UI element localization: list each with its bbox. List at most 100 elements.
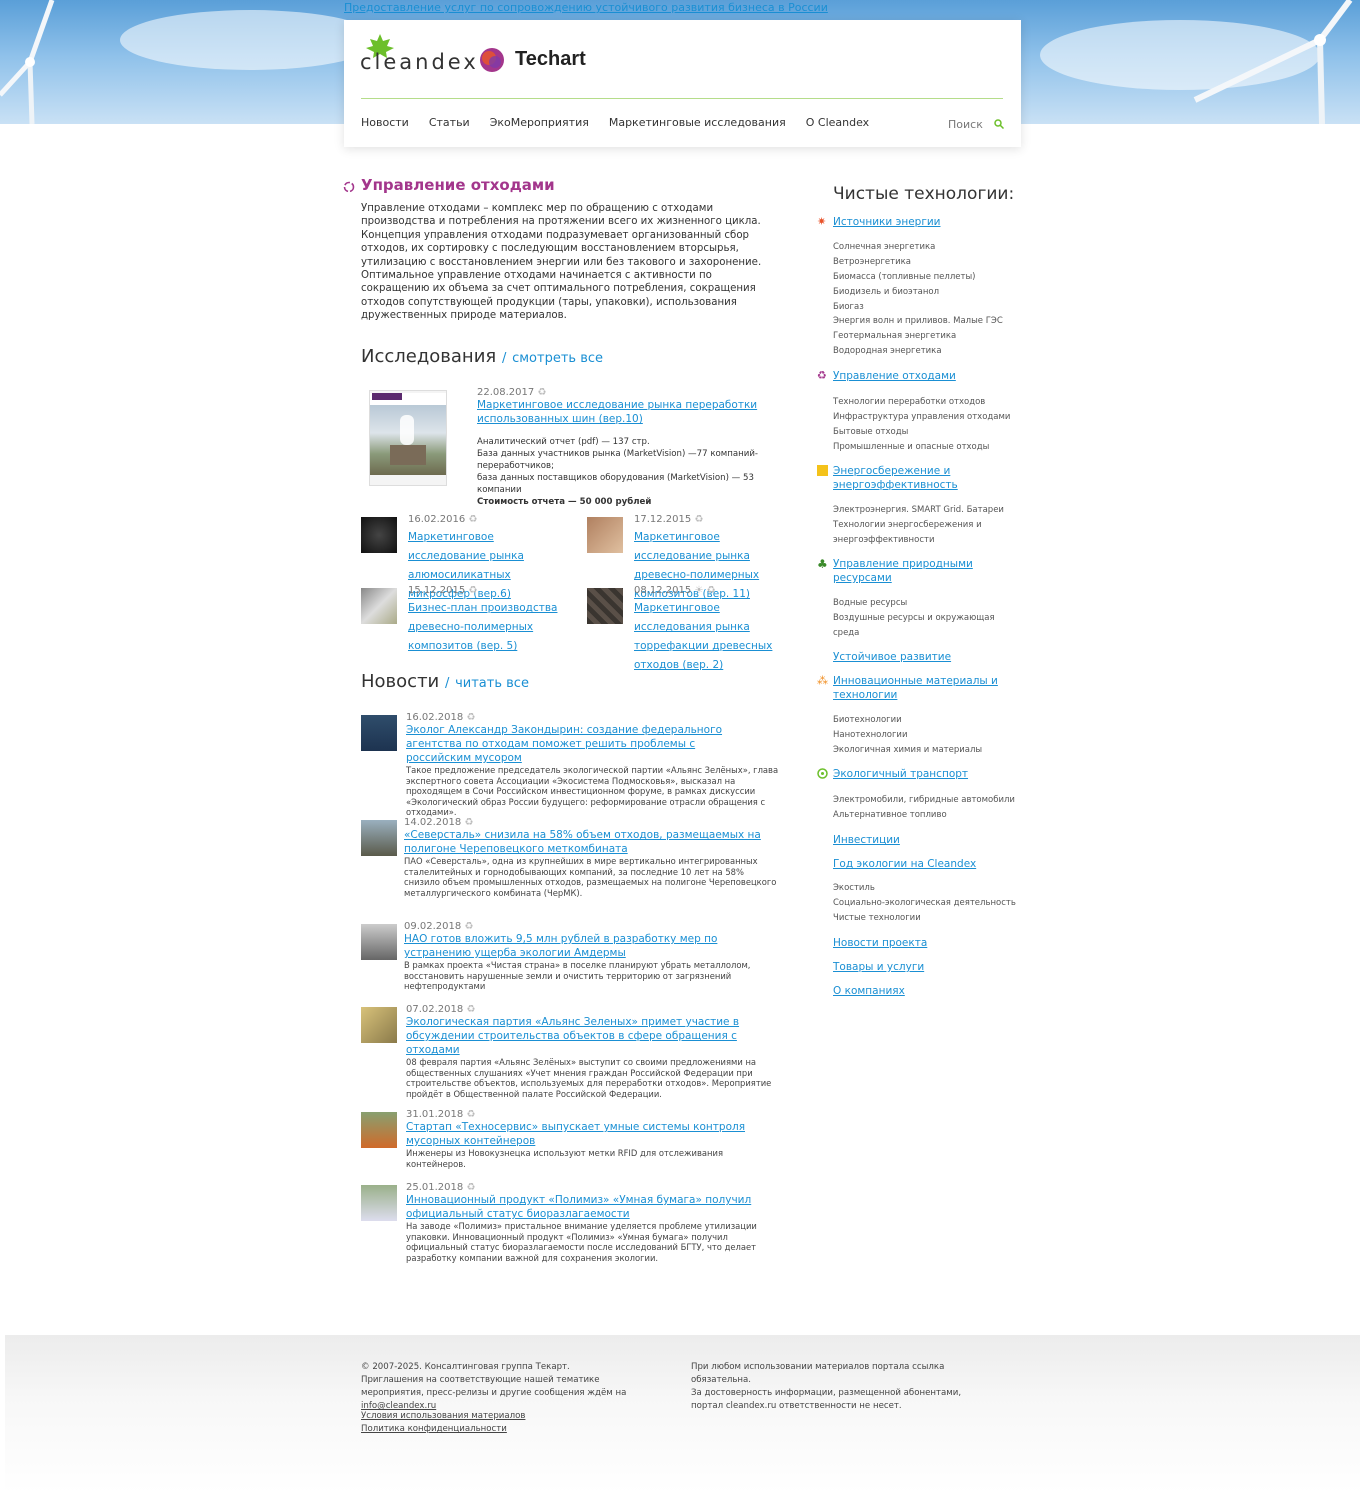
nav-item-articles[interactable]: Статьи — [429, 116, 470, 129]
recycle-icon: ♻ — [466, 1004, 476, 1015]
sidebar-subitem[interactable]: Промышленные и опасные отходы — [833, 442, 989, 452]
terms-link[interactable]: Условия использования материалов — [361, 1411, 525, 1421]
techart-logo-icon — [480, 48, 504, 72]
recycle-icon — [343, 181, 355, 193]
sidebar-subitem[interactable]: Биотехнологии — [833, 715, 902, 725]
sidebar-subitem[interactable]: Электромобили, гибридные автомобили — [833, 795, 1015, 805]
featured-research: 22.08.2017 ♻ Маркетинговое исследование … — [477, 387, 777, 508]
news-title-link[interactable]: Эколог Александр Закондырин: создание фе… — [406, 723, 736, 765]
sidebar-subitem[interactable]: Чистые технологии — [833, 913, 921, 923]
sidebar-subitem[interactable]: Солнечная энергетика — [833, 242, 935, 252]
recycle-icon: ♻ — [464, 921, 474, 932]
sidebar-subitem[interactable]: Ветроэнергетика — [833, 257, 911, 267]
sidebar-item-transport[interactable]: Экологичный транспорт — [833, 767, 1003, 781]
sidebar-subitem[interactable]: Технологии энергосбережения и — [833, 520, 982, 530]
research-heading: Исследования / смотреть все — [361, 346, 603, 367]
news-date: 25.01.2018 — [406, 1182, 464, 1193]
sidebar-subitem[interactable]: Технологии переработки отходов — [833, 397, 985, 407]
news-read-all-link[interactable]: читать все — [455, 676, 529, 691]
page-title: Управление отходами — [361, 176, 555, 194]
sidebar-item-project-news[interactable]: Новости проекта — [833, 936, 1003, 950]
research-item: 08.12.2015 ☀ ♻ Маркетинговое исследовани… — [634, 585, 794, 672]
report-cover-image[interactable] — [369, 390, 447, 486]
sidebar-item-companies[interactable]: О компаниях — [833, 984, 1003, 998]
research-thumbnail[interactable] — [587, 588, 623, 624]
sidebar-subitem[interactable]: Бытовые отходы — [833, 427, 908, 437]
sidebar-item-innovations[interactable]: Инновационные материалы и технологии — [833, 674, 1003, 702]
sidebar-item-efficiency[interactable]: Энергосбережение и энергоэффективность — [833, 464, 1003, 492]
banner-image-link[interactable]: Предоставление услуг по сопровождению ус… — [344, 1, 828, 14]
news-title-link[interactable]: Стартап «Техносервис» выпускает умные си… — [406, 1120, 756, 1148]
privacy-link[interactable]: Политика конфиденциальности — [361, 1424, 507, 1434]
news-thumbnail[interactable] — [361, 1185, 397, 1221]
sidebar-item-eco-year[interactable]: Год экологии на Cleandex — [833, 857, 1003, 871]
sidebar-subitem[interactable]: Нанотехнологии — [833, 730, 907, 740]
sidebar-subitem[interactable]: Энергия волн и приливов. Малые ГЭС — [833, 316, 1003, 326]
sidebar-subitem[interactable]: Водные ресурсы — [833, 598, 907, 608]
news-thumbnail[interactable] — [361, 715, 397, 751]
research-thumbnail[interactable] — [587, 517, 623, 553]
techart-logo[interactable]: Techart — [515, 48, 586, 71]
sidebar-subitem[interactable]: Социально-экологическая деятельность — [833, 898, 1016, 908]
sidebar-subitem[interactable]: Экологичная химия и материалы — [833, 745, 982, 755]
sidebar-subitem[interactable]: Воздушные ресурсы и окружающая — [833, 613, 995, 623]
news-title-link[interactable]: «Северсталь» снизила на 58% объем отходо… — [404, 828, 774, 856]
sidebar-item-investments[interactable]: Инвестиции — [833, 833, 1003, 847]
research-title-link[interactable]: Маркетинговое исследование рынка перераб… — [477, 398, 777, 426]
recycle-icon: ♻ — [466, 1109, 476, 1120]
research-detail: База данных участников рынка (MarketVisi… — [477, 449, 759, 471]
sidebar-subitem[interactable]: Биогаз — [833, 302, 864, 312]
search-icon[interactable] — [994, 119, 1004, 129]
recycle-icon: ♻ — [706, 585, 716, 596]
news-thumbnail[interactable] — [361, 924, 397, 960]
research-view-all-link[interactable]: смотреть все — [512, 351, 603, 366]
news-thumbnail[interactable] — [361, 820, 397, 856]
sidebar-item-waste[interactable]: Управление отходами — [833, 369, 1003, 383]
sidebar-subitem[interactable]: энергоэффективности — [833, 535, 934, 545]
main-nav: Новости Статьи ЭкоМероприятия Маркетинго… — [361, 116, 889, 129]
nav-item-about[interactable]: О Cleandex — [806, 116, 869, 129]
news-thumbnail[interactable] — [361, 1112, 397, 1148]
nav-item-eco-events[interactable]: ЭкоМероприятия — [490, 116, 589, 129]
research-heading-text: Исследования — [361, 346, 497, 367]
sidebar-subitem[interactable]: Биомасса (топливные пеллеты) — [833, 272, 976, 282]
cleandex-logo[interactable]: cleandex — [360, 50, 479, 74]
sidebar-subitem[interactable]: среда — [833, 628, 859, 638]
research-title-link[interactable]: Бизнес-план производства древесно-полиме… — [408, 602, 557, 652]
tree-icon: ♣ — [817, 557, 828, 571]
news-title-link[interactable]: Инновационный продукт «Полимиз» «Умная б… — [406, 1193, 782, 1221]
research-detail: база данных поставщиков оборудования (Ma… — [477, 473, 754, 495]
nav-item-marketing-research[interactable]: Маркетинговые исследования — [609, 116, 786, 129]
news-item: 14.02.2018 ♻ «Северсталь» снизила на 58%… — [404, 817, 782, 898]
news-heading-text: Новости — [361, 671, 440, 692]
sidebar-item-energy[interactable]: Источники энергии — [833, 215, 1003, 229]
research-date: 17.12.2015 — [634, 514, 692, 525]
sidebar-item-resources[interactable]: Управление природными ресурсами — [833, 557, 1003, 585]
news-date: 31.01.2018 — [406, 1109, 464, 1120]
search-input[interactable]: Поиск — [948, 118, 983, 131]
sidebar-subitem[interactable]: Биодизель и биоэтанол — [833, 287, 939, 297]
research-thumbnail[interactable] — [361, 588, 397, 624]
news-title-link[interactable]: НАО готов вложить 9,5 млн рублей в разра… — [404, 932, 780, 960]
sidebar-subitem[interactable]: Электроэнергия. SMART Grid. Батареи — [833, 505, 1004, 515]
news-date: 09.02.2018 — [404, 921, 462, 932]
sidebar-item-sustainable[interactable]: Устойчивое развитие — [833, 650, 1003, 664]
recycle-icon: ♻ — [464, 817, 474, 828]
nav-item-news[interactable]: Новости — [361, 116, 409, 129]
news-title-link[interactable]: Экологическая партия «Альянс Зеленых» пр… — [406, 1015, 766, 1057]
news-thumbnail[interactable] — [361, 1007, 397, 1043]
sidebar-item-goods[interactable]: Товары и услуги — [833, 960, 1003, 974]
recycle-icon: ♻ — [694, 514, 704, 525]
footer-links: Условия использования материалов Политик… — [361, 1410, 525, 1436]
sun-icon: ☀ — [694, 585, 704, 596]
copyright: © 2007-2025. Консалтинговая группа Текар… — [361, 1362, 570, 1372]
news-description: Инженеры из Новокузнецка используют метк… — [406, 1148, 723, 1169]
sidebar-subitem[interactable]: Геотермальная энергетика — [833, 331, 956, 341]
sidebar-subitem[interactable]: Инфраструктура управления отходами — [833, 412, 1010, 422]
sidebar-subitem[interactable]: Альтернативное топливо — [833, 810, 947, 820]
wheel-icon — [817, 768, 828, 779]
research-title-link[interactable]: Маркетинговое исследования рынка торрефа… — [634, 602, 772, 671]
research-thumbnail[interactable] — [361, 517, 397, 553]
sidebar-subitem[interactable]: Водородная энергетика — [833, 346, 942, 356]
sidebar-subitem[interactable]: Экостиль — [833, 883, 875, 893]
